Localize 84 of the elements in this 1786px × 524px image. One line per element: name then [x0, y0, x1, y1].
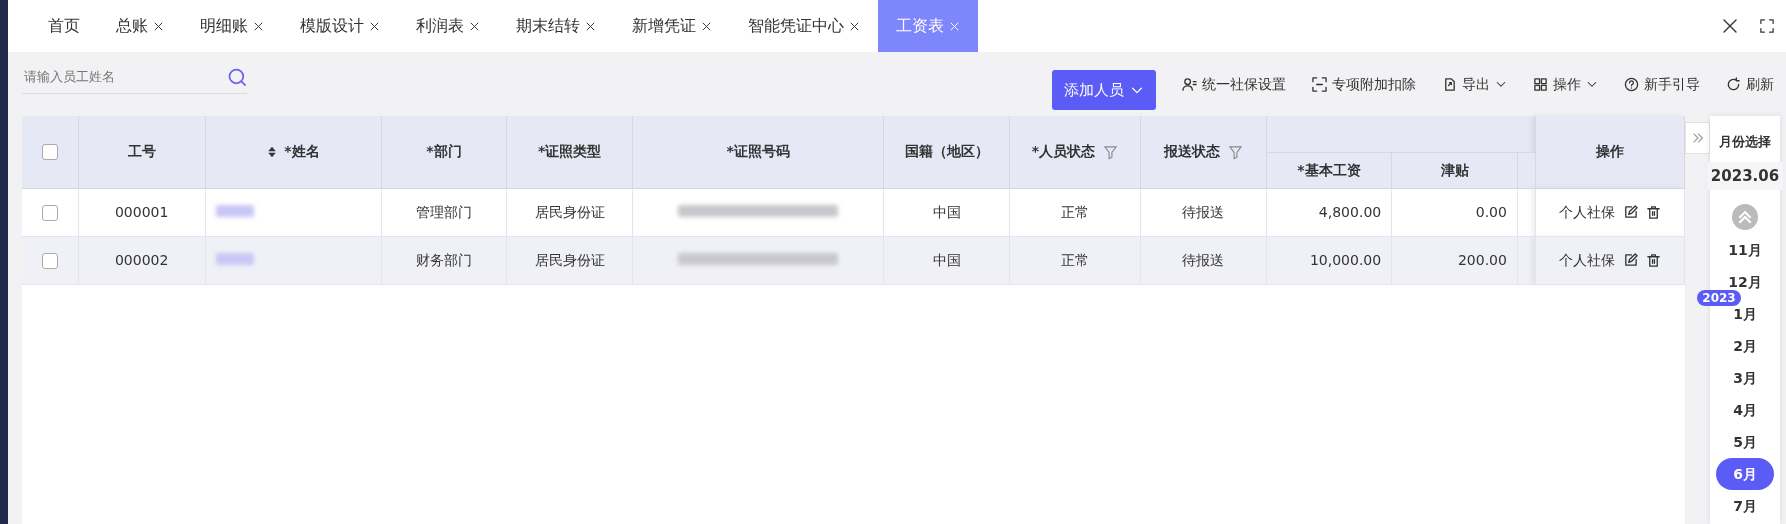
checkbox[interactable]: [41, 144, 58, 161]
column-header: 津贴: [1440, 161, 1469, 178]
tab[interactable]: 首页: [30, 0, 98, 52]
column-header: *证照号码: [726, 143, 790, 160]
edit-icon[interactable]: [1623, 252, 1638, 268]
action-link[interactable]: 个人社保: [1559, 249, 1615, 271]
table-cell: 中国: [883, 188, 1010, 236]
toolbar-button[interactable]: 操作: [1533, 73, 1598, 95]
column-header: 操作: [1596, 143, 1624, 160]
table-cell: 居民身份证: [506, 236, 633, 284]
toolbar-button[interactable]: 新手引导: [1624, 73, 1700, 95]
column-header: 报送状态: [1163, 143, 1220, 160]
table-cell: 200.00: [1391, 236, 1518, 284]
month-item[interactable]: 3月: [1716, 362, 1774, 394]
panel-title: 月份选择: [1719, 133, 1771, 151]
tab[interactable]: 期末结转: [498, 0, 614, 52]
fullscreen-icon[interactable]: [1760, 19, 1774, 33]
close-icon[interactable]: [1722, 18, 1738, 34]
edit-icon[interactable]: [1623, 204, 1638, 220]
table-cell: 管理部门: [381, 188, 507, 236]
table-cell: 000002: [78, 236, 206, 284]
table-row[interactable]: 000001 管理部门 居民身份证 中国 正常 待报送 4,800.00 0.00 个人社保: [22, 188, 1685, 236]
trash-icon[interactable]: [1646, 204, 1661, 220]
tab[interactable]: 智能凭证中心: [730, 0, 878, 52]
toolbar-button[interactable]: 刷新: [1726, 73, 1774, 95]
export-icon: [1442, 76, 1457, 92]
add-button[interactable]: 添加人员: [1052, 70, 1156, 110]
close-icon[interactable]: [469, 20, 480, 32]
table-cell: 正常: [1009, 188, 1141, 236]
action-link[interactable]: 个人社保: [1559, 201, 1615, 223]
column-header: *姓名: [284, 143, 320, 160]
month-item[interactable]: 11月: [1716, 234, 1774, 266]
table-cell: 财务部门: [381, 236, 507, 284]
year-badge: 2023: [1697, 290, 1741, 306]
table-cell: 000001: [78, 188, 206, 236]
close-icon[interactable]: [849, 20, 860, 32]
month-item[interactable]: 5月: [1716, 426, 1774, 458]
column-header: *人员状态: [1031, 143, 1096, 160]
month-item[interactable]: 4月: [1716, 394, 1774, 426]
close-icon[interactable]: [369, 20, 380, 32]
table-cell: 待报送: [1140, 236, 1266, 284]
filter-icon[interactable]: [1103, 144, 1119, 160]
table-cell: 居民身份证: [506, 188, 633, 236]
refresh-icon: [1726, 76, 1741, 92]
close-icon[interactable]: [585, 20, 596, 32]
tab[interactable]: 明细账: [182, 0, 282, 52]
column-header: *证照类型: [537, 143, 602, 160]
close-icon[interactable]: [253, 20, 264, 32]
tab[interactable]: 新增凭证: [614, 0, 730, 52]
column-header: 工号: [127, 143, 156, 160]
table-cell: 待报送: [1140, 188, 1266, 236]
table-row[interactable]: 000002 财务部门 居民身份证 中国 正常 待报送 10,000.00 200.00 个人社保: [22, 236, 1685, 284]
collapse-handle[interactable]: [1685, 122, 1710, 154]
close-icon[interactable]: [153, 20, 164, 32]
column-header: *部门: [426, 143, 462, 160]
grid-icon: [1533, 76, 1548, 92]
checkbox[interactable]: [41, 252, 58, 269]
table-cell: 0.00: [1391, 188, 1518, 236]
tab[interactable]: 模版设计: [282, 0, 398, 52]
table-cell: 正常: [1009, 236, 1141, 284]
close-icon[interactable]: [701, 20, 712, 32]
scan-icon: [1312, 76, 1327, 92]
help-icon: [1624, 76, 1639, 92]
table-cell: 中国: [883, 236, 1010, 284]
tab[interactable]: 总账: [98, 0, 182, 52]
table-cell: 4,800.00: [1266, 188, 1392, 236]
tab[interactable]: 利润表: [398, 0, 498, 52]
blurred-name: [215, 204, 254, 217]
person-icon: [1182, 76, 1197, 92]
toolbar-button[interactable]: 导出: [1442, 73, 1507, 95]
blurred-name: [215, 252, 254, 265]
table-cell: 10,000.00: [1266, 236, 1392, 284]
toolbar-button[interactable]: 统一社保设置: [1182, 73, 1286, 95]
toolbar-button[interactable]: 专项附加扣除: [1312, 73, 1416, 95]
column-header: *基本工资: [1297, 161, 1361, 178]
column-header: 国籍（地区）: [904, 143, 989, 160]
search-icon[interactable]: [227, 66, 247, 87]
month-item[interactable]: 7月: [1716, 490, 1774, 522]
trash-icon[interactable]: [1646, 252, 1661, 268]
filter-icon[interactable]: [1227, 144, 1243, 160]
search-field[interactable]: 请输入员工姓名: [22, 65, 227, 88]
month-item[interactable]: 6月: [1716, 458, 1774, 490]
checkbox[interactable]: [41, 204, 58, 221]
month-item[interactable]: 2月: [1716, 330, 1774, 362]
